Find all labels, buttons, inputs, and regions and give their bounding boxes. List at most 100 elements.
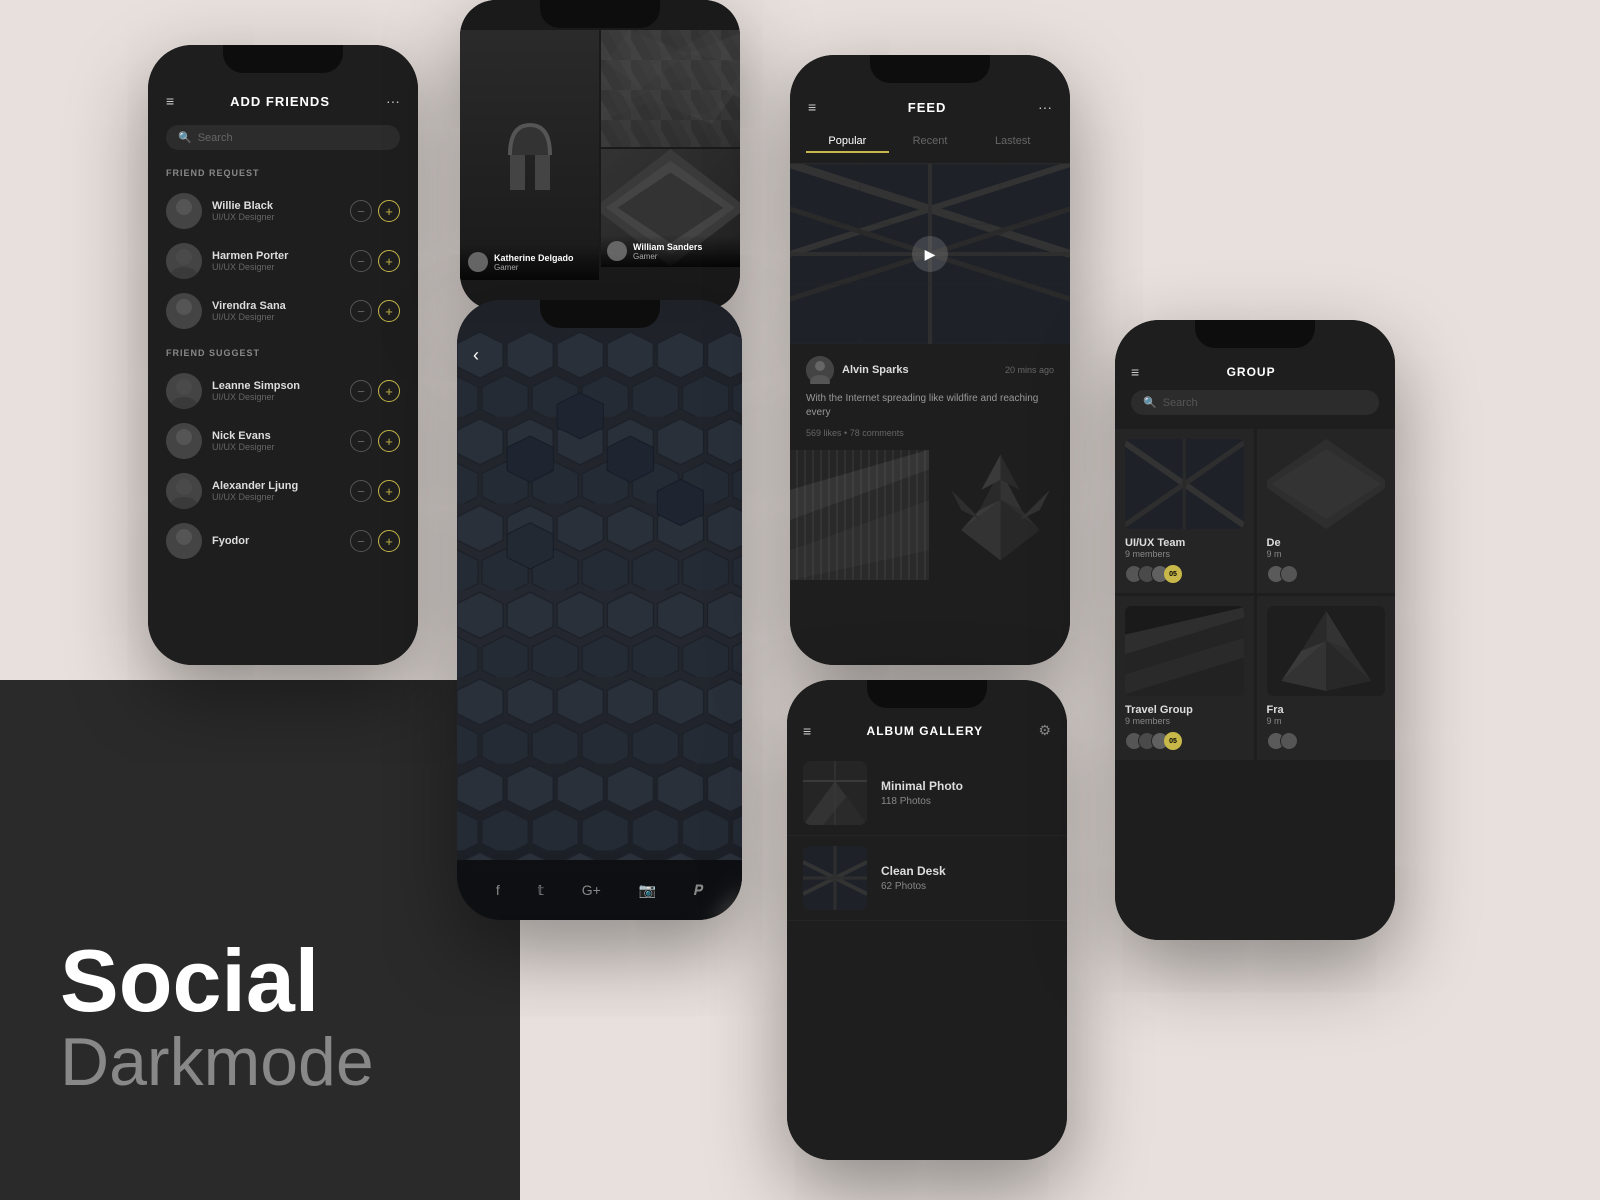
phone-group: ≡ GROUP 🔍 Search UI/UX Team 9 me [1115,320,1395,940]
photo-user-details-2: William Sanders Gamer [633,242,702,261]
phone-feed-content: ≡ FEED ··· Popular Recent Lastest [790,55,1070,665]
group-card-fra[interactable]: Fra 9 m [1257,596,1396,760]
brand-section: Social Darkmode [60,937,374,1100]
friend-suggest-label: FRIEND SUGGEST [148,344,418,366]
group-members-travel: 9 members [1125,716,1244,726]
group-members-fra: 9 m [1267,716,1386,726]
reject-button[interactable]: − [350,380,372,402]
member-avatar [1280,565,1298,583]
group-card-uiux[interactable]: UI/UX Team 9 members 05 [1115,429,1254,593]
google-plus-icon[interactable]: G+ [582,882,601,898]
friend-actions: − + [350,380,400,402]
accept-button[interactable]: + [378,430,400,452]
group-search-input[interactable]: Search [1163,397,1198,409]
group-card-travel[interactable]: Travel Group 9 members 05 [1115,596,1254,760]
friend-info-leanne: Leanne Simpson UI/UX Designer [212,380,340,402]
avatar-willie [166,193,202,229]
photo-grid: Katherine Delgado Gamer [460,30,740,280]
album-item-minimal[interactable]: Minimal Photo 118 Photos [787,751,1067,836]
tab-popular[interactable]: Popular [806,131,889,153]
avatar-virendra [166,293,202,329]
group-menu-icon[interactable]: ≡ [1131,364,1139,380]
group-name-fra: Fra [1267,704,1386,716]
play-button-overlay: ▶ [790,164,1070,344]
settings-icon[interactable]: ⚙ [1038,722,1051,739]
album-info-minimal: Minimal Photo 118 Photos [881,779,963,807]
avatar-leanne [166,373,202,409]
feed-menu-icon[interactable]: ≡ [808,99,816,115]
phone-hexagon: ‹ f 𝕥 [457,300,742,920]
photo-arch: Katherine Delgado Gamer [460,30,599,280]
tab-lastest[interactable]: Lastest [971,131,1054,153]
reject-button[interactable]: − [350,300,372,322]
friend-info-alexander: Alexander Ljung UI/UX Designer [212,480,340,502]
post-author-name: Alvin Sparks [842,364,909,376]
social-bar: f 𝕥 G+ 📷 𝑷 [457,860,742,920]
play-button[interactable]: ▶ [912,236,948,272]
album-gallery-title: ALBUM GALLERY [867,724,984,738]
album-menu-icon[interactable]: ≡ [803,723,811,739]
reject-button[interactable]: − [350,480,372,502]
search-bar[interactable]: 🔍 Search [166,125,400,150]
album-info-clean-desk: Clean Desk 62 Photos [881,864,946,892]
feed-more-icon[interactable]: ··· [1038,99,1052,115]
avatar-nick [166,423,202,459]
feed-header: ≡ FEED ··· [790,91,1070,125]
friend-info-willie: Willie Black UI/UX Designer [212,200,340,222]
feed-hero-image: ▶ [790,164,1070,344]
more-options-icon[interactable]: ··· [386,93,400,109]
member-avatar [1280,732,1298,750]
friend-role: UI/UX Designer [212,262,340,272]
post-author-info: Alvin Sparks [842,364,909,376]
group-search-bar[interactable]: 🔍 Search [1131,390,1379,415]
avatar-alexander [166,473,202,509]
feed-tabs: Popular Recent Lastest [790,125,1070,164]
friend-info-fyodor: Fyodor [212,535,340,547]
twitter-icon[interactable]: 𝕥 [537,882,544,899]
album-header: ≡ ALBUM GALLERY ⚙ [787,714,1067,751]
photo-geo: William Sanders Gamer [601,149,740,266]
friend-request-label: FRIEND REQUEST [148,164,418,186]
photo-user-avatar [468,252,488,272]
reject-button[interactable]: − [350,200,372,222]
photo-user-avatar-2 [607,241,627,261]
facebook-icon[interactable]: f [496,882,500,898]
pinterest-icon[interactable]: 𝑷 [694,882,703,899]
friend-actions: − + [350,430,400,452]
friend-actions: − + [350,250,400,272]
friend-request-item: Virendra Sana UI/UX Designer − + [148,286,418,336]
reject-button[interactable]: − [350,430,372,452]
album-item-clean-desk[interactable]: Clean Desk 62 Photos [787,836,1067,921]
album-count-minimal: 118 Photos [881,796,963,807]
friend-role: UI/UX Designer [212,212,340,222]
back-button[interactable]: ‹ [473,345,479,366]
photo-user-details: Katherine Delgado Gamer [494,253,574,272]
accept-button[interactable]: + [378,530,400,552]
group-name-uiux: UI/UX Team [1125,537,1244,549]
photo-username-2: William Sanders [633,242,702,252]
accept-button[interactable]: + [378,380,400,402]
accept-button[interactable]: + [378,300,400,322]
friend-info-harmen: Harmen Porter UI/UX Designer [212,250,340,272]
group-title: GROUP [1227,365,1276,379]
accept-button[interactable]: + [378,200,400,222]
reject-button[interactable]: − [350,530,372,552]
album-thumb-minimal [803,761,867,825]
add-friends-title: ADD FRIENDS [230,94,330,109]
tab-recent[interactable]: Recent [889,131,972,153]
search-input[interactable]: Search [198,132,233,144]
hex-background [457,330,742,860]
instagram-icon[interactable]: 📷 [639,882,656,899]
accept-button[interactable]: + [378,480,400,502]
reject-button[interactable]: − [350,250,372,272]
group-card-de[interactable]: De 9 m [1257,429,1396,593]
menu-icon[interactable]: ≡ [166,93,174,109]
accept-button[interactable]: + [378,250,400,272]
group-members-uiux: 9 members [1125,549,1244,559]
feed-image-ribbed [790,450,929,580]
member-avatars-de [1267,565,1386,583]
phone-add-friends: ≡ ADD FRIENDS ··· 🔍 Search FRIEND REQUES… [148,45,418,665]
member-avatars-travel: 05 [1125,732,1244,750]
friend-name: Nick Evans [212,430,340,442]
friend-request-item: Willie Black UI/UX Designer − + [148,186,418,236]
